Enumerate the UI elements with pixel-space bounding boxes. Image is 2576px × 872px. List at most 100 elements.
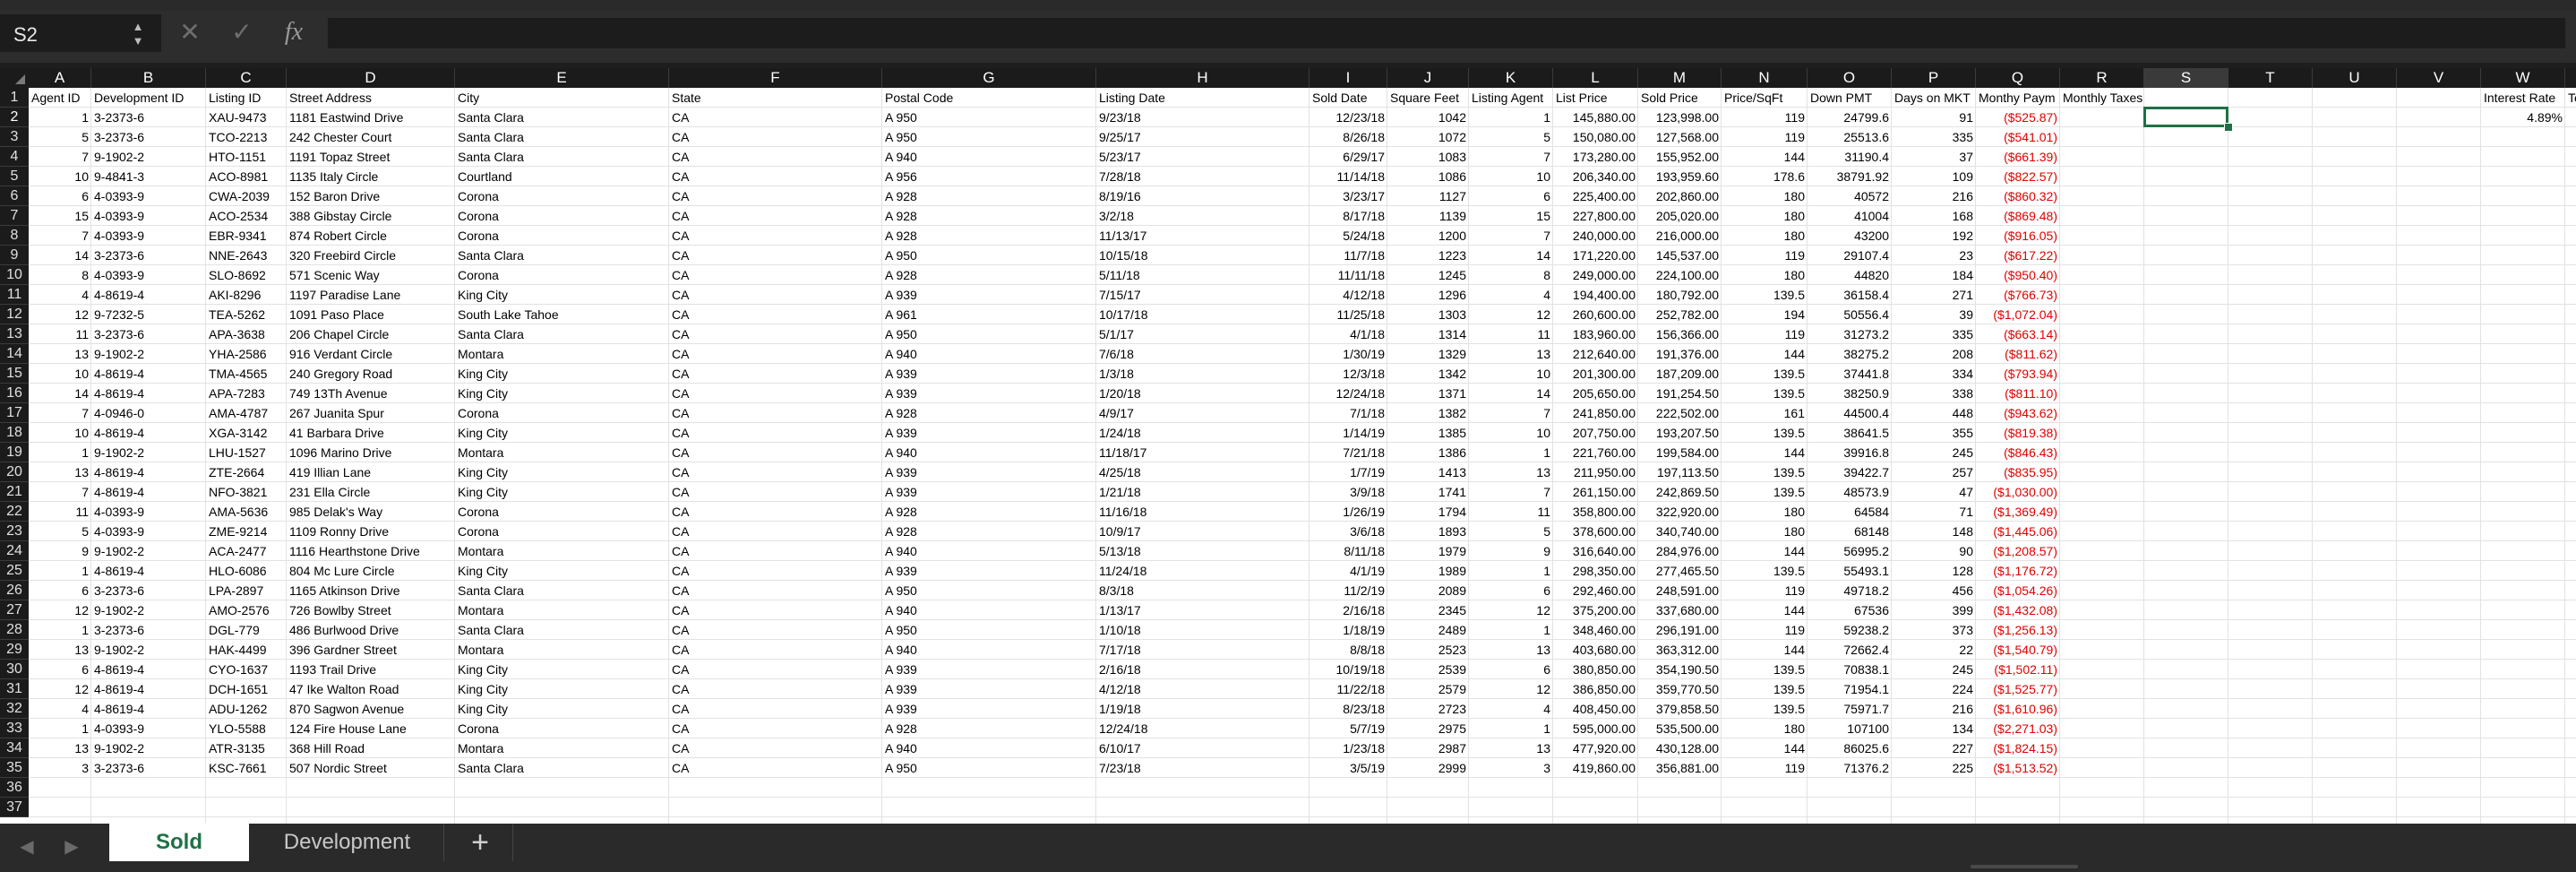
cell[interactable]: ($661.39)	[1976, 147, 2060, 167]
cell[interactable]: A 950	[882, 108, 1096, 127]
cell[interactable]: A 939	[882, 482, 1096, 502]
cell[interactable]: A 940	[882, 600, 1096, 620]
column-header-b[interactable]: B	[91, 68, 206, 88]
cell[interactable]: 356,881.00	[1638, 758, 1722, 778]
cell[interactable]: 11/2/19	[1309, 581, 1387, 600]
cell[interactable]: 749 13Th Avenue	[287, 384, 455, 403]
cell[interactable]: 2987	[1387, 738, 1469, 758]
cell[interactable]: 206 Chapel Circle	[287, 324, 455, 344]
row-header-14[interactable]: 14	[0, 344, 29, 364]
cell[interactable]: 11/14/18	[1309, 167, 1387, 186]
cell[interactable]: 2523	[1387, 640, 1469, 660]
column-header-t[interactable]: T	[2228, 68, 2313, 88]
cell[interactable]: Santa Clara	[455, 127, 669, 147]
cell[interactable]: 119	[1722, 620, 1807, 640]
cell[interactable]: 7/17/18	[1096, 640, 1309, 660]
cell[interactable]: 139.5	[1722, 679, 1807, 699]
tab-sold[interactable]: Sold	[109, 824, 249, 861]
cell[interactable]: 7/15/17	[1096, 285, 1309, 305]
stepper-up-icon[interactable]: ▲	[130, 20, 146, 34]
row-header-13[interactable]: 13	[0, 324, 29, 344]
cell[interactable]: 595,000.00	[1553, 719, 1638, 738]
cell[interactable]: 1/21/18	[1096, 482, 1309, 502]
cell[interactable]: 1191 Topaz Street	[287, 147, 455, 167]
cell[interactable]: 2579	[1387, 679, 1469, 699]
cell[interactable]: 71	[1892, 502, 1976, 522]
cell[interactable]: 139.5	[1722, 561, 1807, 581]
cell[interactable]: 6	[29, 186, 91, 206]
cell[interactable]: 187,209.00	[1638, 364, 1722, 384]
cell[interactable]: 4-8619-4	[91, 660, 206, 679]
cell[interactable]: ($793.94)	[1976, 364, 2060, 384]
cell[interactable]: 3-2373-6	[91, 108, 206, 127]
row-header-1[interactable]: 1	[0, 88, 29, 108]
cell[interactable]: CA	[669, 758, 882, 778]
cell[interactable]: ZTE-2664	[206, 462, 287, 482]
cell[interactable]: 225,400.00	[1553, 186, 1638, 206]
cell[interactable]: 4-8619-4	[91, 699, 206, 719]
cell[interactable]: A 928	[882, 265, 1096, 285]
cell[interactable]: 8/23/18	[1309, 699, 1387, 719]
row-header-4[interactable]: 4	[0, 147, 29, 167]
cell[interactable]: 571 Scenic Way	[287, 265, 455, 285]
cell[interactable]: 8/8/18	[1309, 640, 1387, 660]
cell[interactable]: A 939	[882, 699, 1096, 719]
cell[interactable]: 14	[1469, 246, 1553, 265]
cell[interactable]: 10/15/18	[1096, 246, 1309, 265]
cell[interactable]: A 950	[882, 246, 1096, 265]
cell[interactable]: 22	[1892, 640, 1976, 660]
cell[interactable]: 252,782.00	[1638, 305, 1722, 324]
cell[interactable]: TCO-2213	[206, 127, 287, 147]
cell[interactable]: 242,869.50	[1638, 482, 1722, 502]
cell[interactable]: 4	[29, 699, 91, 719]
cell[interactable]: ($1,540.79)	[1976, 640, 2060, 660]
row-header-5[interactable]: 5	[0, 167, 29, 186]
cell[interactable]: Courtland	[455, 167, 669, 186]
cell[interactable]: 205,020.00	[1638, 206, 1722, 226]
header-cell[interactable]: Development ID	[91, 88, 206, 108]
cell[interactable]: South Lake Tahoe	[455, 305, 669, 324]
cell[interactable]: 4-8619-4	[91, 285, 206, 305]
cell[interactable]: 4-8619-4	[91, 384, 206, 403]
cell[interactable]: 804 Mc Lure Circle	[287, 561, 455, 581]
cell[interactable]: 1072	[1387, 127, 1469, 147]
cell[interactable]: A 950	[882, 127, 1096, 147]
cell[interactable]: APA-7283	[206, 384, 287, 403]
cell[interactable]: 1165 Atkinson Drive	[287, 581, 455, 600]
cell[interactable]: XAU-9473	[206, 108, 287, 127]
cell[interactable]: A 939	[882, 561, 1096, 581]
cell[interactable]: 3-2373-6	[91, 758, 206, 778]
cell[interactable]: A 940	[882, 147, 1096, 167]
cell[interactable]: 44500.4	[1807, 403, 1892, 423]
cell[interactable]: A 940	[882, 443, 1096, 462]
cell[interactable]: 11/24/18	[1096, 561, 1309, 581]
cell[interactable]: 456	[1892, 581, 1976, 600]
cell[interactable]: 15	[1469, 206, 1553, 226]
cell[interactable]: 31273.2	[1807, 324, 1892, 344]
cell[interactable]: 1223	[1387, 246, 1469, 265]
cell[interactable]: 72662.4	[1807, 640, 1892, 660]
cell[interactable]: 12/24/18	[1096, 719, 1309, 738]
column-header-x[interactable]: X	[2565, 68, 2576, 88]
cell[interactable]: 5	[29, 522, 91, 541]
cell[interactable]: 7	[1469, 403, 1553, 423]
header-cell[interactable]: Monthly Taxes	[2060, 88, 2144, 108]
cell[interactable]: 5/1/17	[1096, 324, 1309, 344]
cell[interactable]: King City	[455, 482, 669, 502]
cell[interactable]: 408,450.00	[1553, 699, 1638, 719]
cell[interactable]: 2/16/18	[1096, 660, 1309, 679]
cell[interactable]: CA	[669, 581, 882, 600]
column-header-c[interactable]: C	[206, 68, 287, 88]
cell[interactable]: CA	[669, 344, 882, 364]
cell[interactable]: 3-2373-6	[91, 581, 206, 600]
cell[interactable]: CA	[669, 640, 882, 660]
cell[interactable]: 119	[1722, 108, 1807, 127]
column-header-p[interactable]: P	[1892, 68, 1976, 88]
cell[interactable]: 358,800.00	[1553, 502, 1638, 522]
cell[interactable]: 277,465.50	[1638, 561, 1722, 581]
cell[interactable]: 8/17/18	[1309, 206, 1387, 226]
cell[interactable]: ($1,445.06)	[1976, 522, 2060, 541]
cell[interactable]: A 939	[882, 285, 1096, 305]
cell[interactable]: 47 Ike Walton Road	[287, 679, 455, 699]
cell[interactable]: 139.5	[1722, 699, 1807, 719]
